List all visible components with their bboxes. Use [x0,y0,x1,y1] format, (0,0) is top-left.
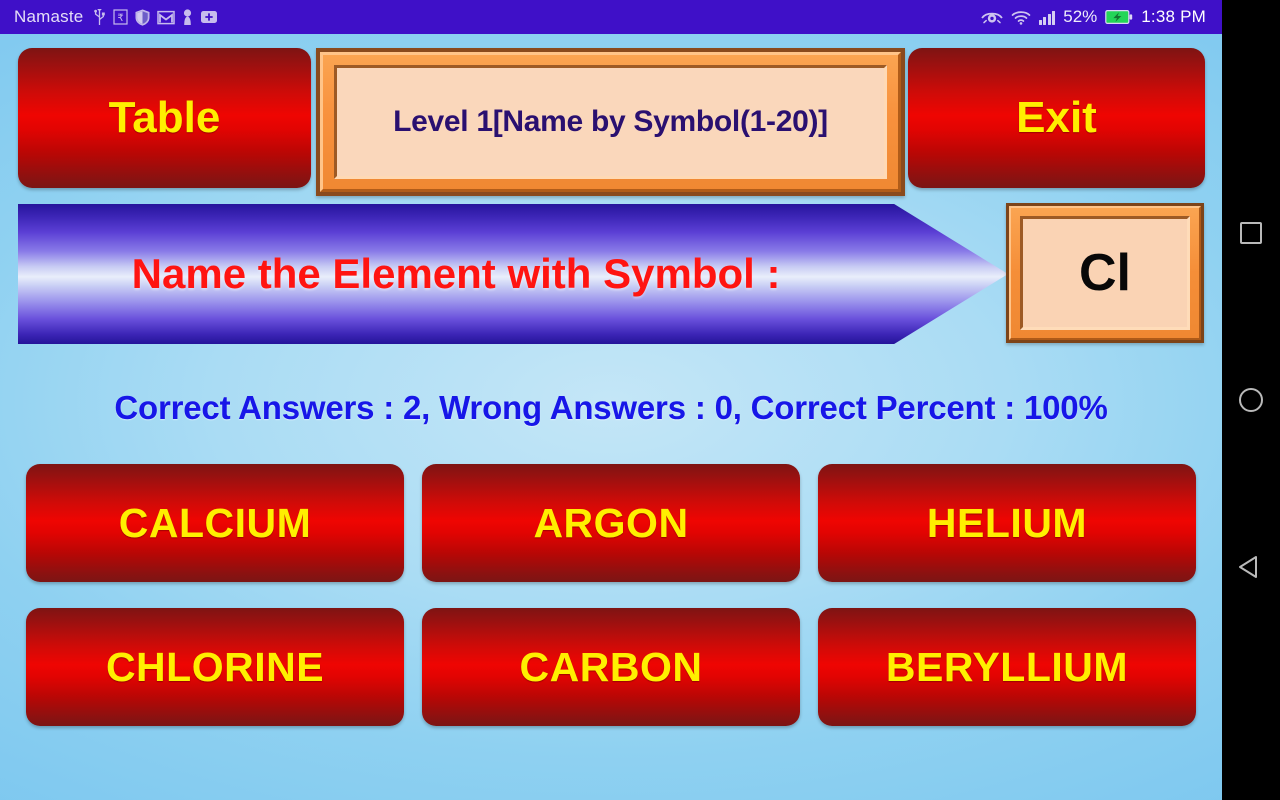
level-panel-bevel: Level 1[Name by Symbol(1-20)] [320,52,901,192]
answer-button-3[interactable]: HELIUM [818,464,1196,582]
circle-icon [1239,387,1263,412]
score-line: Correct Answers : 2, Wrong Answers : 0, … [114,389,1108,426]
table-button[interactable]: Table [18,48,311,188]
symbol-panel: Cl [1006,203,1204,343]
question-arrow-banner: Name the Element with Symbol : [18,204,1008,344]
answer-button-6[interactable]: BERYLLIUM [818,608,1196,726]
clock: 1:38 PM [1141,7,1206,26]
recents-button[interactable] [1236,218,1266,248]
element-symbol: Cl [1079,244,1131,302]
exit-button[interactable]: Exit [908,48,1205,188]
battery-percent: 52% [1063,7,1098,26]
answer-grid: CALCIUM ARGON HELIUM CHLORINE CARBON BER… [26,464,1196,726]
svg-text:₹: ₹ [118,13,124,24]
wifi-icon [1011,10,1031,25]
status-bar-notification-icons: ₹ [93,8,218,26]
home-button[interactable] [1236,385,1266,415]
signal-icon [1038,10,1056,25]
app-content: Table Level 1[Name by Symbol(1-20)] Exit… [0,34,1222,800]
status-bar-carrier: Namaste [14,7,84,26]
square-icon [1240,222,1262,245]
plus-box-icon [200,10,218,24]
symbol-panel-inner: Cl [1020,216,1190,330]
level-label: Level 1[Name by Symbol(1-20)] [393,105,828,138]
answer-button-2[interactable]: ARGON [422,464,800,582]
question-prompt: Name the Element with Symbol : [131,250,781,297]
answer-button-5[interactable]: CARBON [422,608,800,726]
top-toolbar: Table Level 1[Name by Symbol(1-20)] Exit [0,48,1222,196]
level-panel-inner: Level 1[Name by Symbol(1-20)] [334,65,887,179]
answer-button-4[interactable]: CHLORINE [26,608,404,726]
system-nav-bar [1222,0,1280,800]
screen: Namaste ₹ 52% 1:38 PM Table Level 1[Name… [0,0,1280,800]
back-button[interactable] [1236,552,1266,582]
person-icon [182,8,193,26]
symbol-panel-bevel: Cl [1009,206,1201,340]
battery-charging-icon [1105,9,1133,25]
eye-care-icon [981,10,1003,25]
answer-button-1[interactable]: CALCIUM [26,464,404,582]
triangle-icon [1238,555,1260,579]
shield-icon [135,8,150,26]
rupee-icon: ₹ [113,9,129,25]
usb-icon [93,8,106,26]
gmail-icon [157,10,176,25]
level-panel: Level 1[Name by Symbol(1-20)] [316,48,905,196]
status-bar: Namaste ₹ 52% 1:38 PM [0,0,1222,34]
question-row: Name the Element with Symbol : Cl [0,203,1222,349]
status-bar-system-icons: 52% 1:38 PM [981,7,1214,27]
